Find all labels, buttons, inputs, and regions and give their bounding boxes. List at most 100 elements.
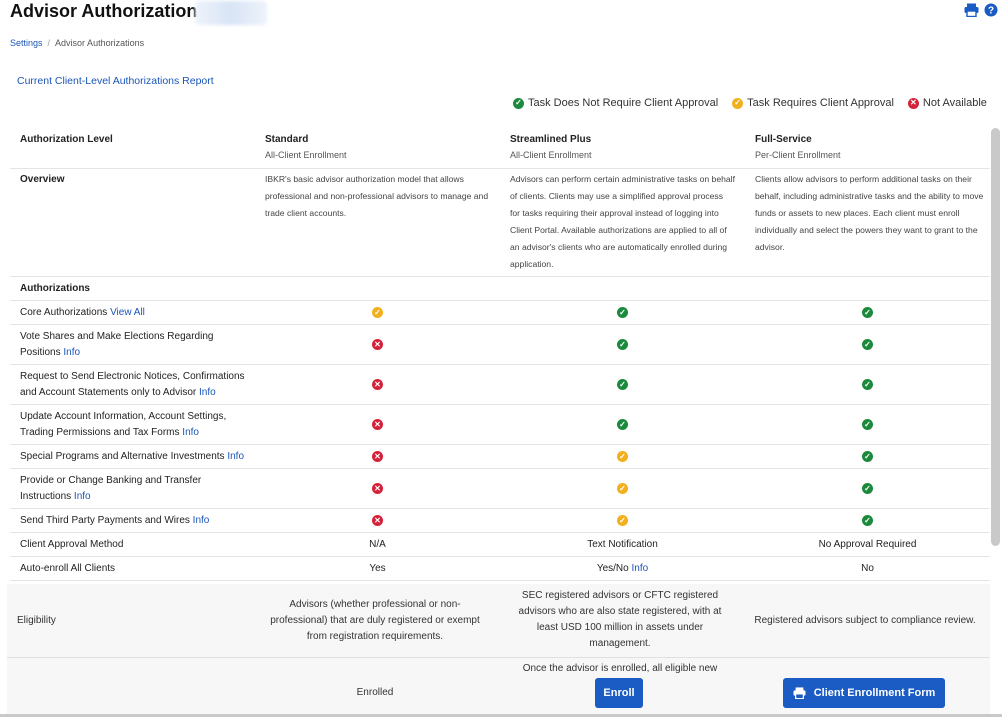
check-icon: ✓ [617,419,628,430]
x-icon: ✕ [907,97,919,109]
column-header-full-service: Full-Service Per-Client Enrollment [755,134,841,160]
overview-full-service: Clients allow advisors to perform additi… [755,174,984,252]
eligibility-row: Eligibility Advisors (whether profession… [7,584,990,658]
breadcrumb-current: Advisor Authorizations [55,38,145,48]
status-cell: ✓ [755,483,980,494]
check-icon: ✓ [617,515,628,526]
autoenroll-row: Auto-enroll All Clients Yes Yes/No Info … [10,557,990,581]
eligibility-section: Eligibility Advisors (whether profession… [7,584,990,717]
approval-method-standard: N/A [369,539,386,550]
page-header: Advisor Authorizations ? [0,0,1002,30]
status-cell: ✕ [265,339,490,350]
info-link[interactable]: Info [227,451,244,462]
authorization-label: Special Programs and Alternative Investm… [20,451,245,462]
autoenroll-info-link[interactable]: Info [631,563,648,574]
print-icon [793,687,806,699]
table-row: Core Authorizations View All ✓ ✓ ✓ [10,301,990,325]
autoenroll-label: Auto-enroll All Clients [20,563,116,574]
info-link[interactable]: Info [193,515,210,526]
status-cell: ✕ [265,483,490,494]
check-icon: ✓ [862,451,873,462]
legend: ✓ Task Does Not Require Client Approval ✓… [513,97,1002,109]
check-icon: ✓ [862,483,873,494]
enroll-button[interactable]: Enroll [595,678,643,708]
authorization-label: Update Account Information, Account Sett… [20,411,227,438]
autoenroll-streamlined: Yes/No Info [596,563,649,574]
check-icon: ✓ [372,307,383,318]
status-cell: ✓ [755,451,980,462]
legend-item-requires-approval: ✓ Task Requires Client Approval [732,97,894,109]
info-link[interactable]: Info [182,427,199,438]
help-icon[interactable]: ? [984,3,998,17]
table-header-row: Authorization Level Standard All-Client … [10,124,990,169]
status-cell: ✓ [510,451,735,462]
info-link[interactable]: Info [74,491,91,502]
status-cell: ✓ [265,307,490,318]
table-row: Request to Send Electronic Notices, Conf… [10,365,990,405]
autoenroll-full-service: No [861,563,874,574]
client-enrollment-form-button[interactable]: Client Enrollment Form [783,678,945,708]
status-cell: ✕ [265,515,490,526]
column-header-standard: Standard All-Client Enrollment [265,134,347,160]
x-icon: ✕ [372,483,383,494]
vertical-scrollbar[interactable] [991,128,1000,546]
actions-row: Enrolled Once the advisor is enrolled, a… [7,658,990,717]
eligibility-streamlined-plus: SEC registered advisors or CFTC register… [518,590,722,649]
approval-method-row: Client Approval Method N/A Text Notifica… [10,533,990,557]
check-icon: ✓ [617,451,628,462]
status-cell: ✓ [755,419,980,430]
status-cell: ✓ [755,379,980,390]
account-selector-blurred[interactable] [195,1,267,25]
print-icon[interactable] [964,3,979,17]
check-icon: ✓ [617,307,628,318]
check-icon: ✓ [862,419,873,430]
status-cell: ✓ [510,483,735,494]
status-cell: ✓ [510,419,735,430]
breadcrumb: Settings / Advisor Authorizations [10,38,144,48]
check-icon: ✓ [732,97,744,109]
status-cell: ✕ [265,451,490,462]
table-row: Send Third Party Payments and Wires Info… [10,509,990,533]
status-cell: ✓ [755,515,980,526]
x-icon: ✕ [372,515,383,526]
x-icon: ✕ [372,379,383,390]
legend-item-no-approval: ✓ Task Does Not Require Client Approval [513,97,718,109]
status-cell: ✓ [510,379,735,390]
check-icon: ✓ [862,379,873,390]
breadcrumb-settings[interactable]: Settings [10,38,43,48]
overview-standard: IBKR's basic advisor authorization model… [265,174,489,218]
approval-method-streamlined: Text Notification [587,539,658,550]
status-cell: ✕ [265,419,490,430]
info-link[interactable]: Info [199,387,216,398]
authorization-table: Authorization Level Standard All-Client … [10,124,990,581]
info-link[interactable]: Info [63,347,80,358]
status-cell: ✓ [510,307,735,318]
authorization-label: Vote Shares and Make Elections Regarding… [20,331,214,358]
status-cell: ✓ [755,339,980,350]
legend-item-not-available: ✕ Not Available [907,97,987,109]
table-row: Provide or Change Banking and Transfer In… [10,469,990,509]
page-title: Advisor Authorizations [10,1,208,21]
authorizations-section-label: Authorizations [20,283,90,294]
approval-method-label: Client Approval Method [20,539,124,550]
eligibility-standard: Advisors (whether professional or non-pr… [270,599,480,642]
table-row: Vote Shares and Make Elections Regarding… [10,325,990,365]
check-icon: ✓ [617,483,628,494]
authorization-label: Send Third Party Payments and Wires Info [20,515,210,526]
eligibility-label: Eligibility [17,615,56,626]
svg-text:?: ? [988,6,994,17]
header-icons: ? [964,3,998,17]
authorization-rows: Core Authorizations View All ✓ ✓ ✓ Vote Shar… [10,301,990,533]
check-icon: ✓ [862,515,873,526]
status-cell: ✕ [265,379,490,390]
info-link[interactable]: View All [110,307,145,318]
overview-row: Overview IBKR's basic advisor authorizat… [10,169,990,277]
client-authorizations-report-link[interactable]: Current Client-Level Authorizations Repo… [17,75,214,87]
table-row: Update Account Information, Account Sett… [10,405,990,445]
authorization-label: Request to Send Electronic Notices, Conf… [20,371,245,398]
table-row: Special Programs and Alternative Investm… [10,445,990,469]
check-icon: ✓ [862,339,873,350]
status-cell: ✓ [510,339,735,350]
authorization-label: Core Authorizations View All [20,307,145,318]
column-header-streamlined-plus: Streamlined Plus All-Client Enrollment [510,134,592,160]
